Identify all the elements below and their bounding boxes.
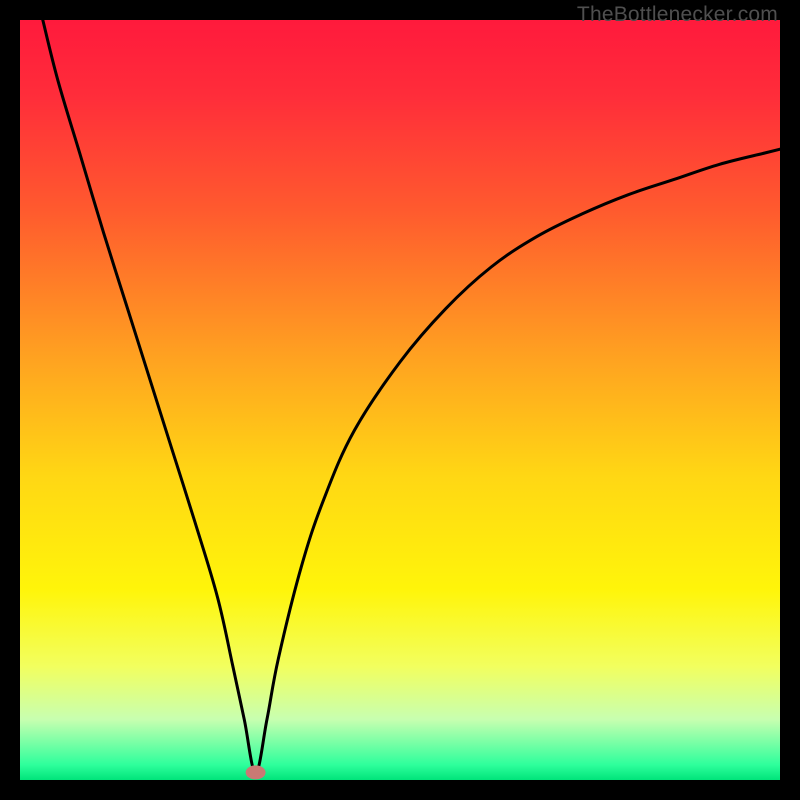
optimum-marker [246,765,266,779]
chart-frame [20,20,780,780]
watermark-text: TheBottlenecker.com [577,3,778,27]
chart-svg [20,20,780,780]
gradient-background [20,20,780,780]
